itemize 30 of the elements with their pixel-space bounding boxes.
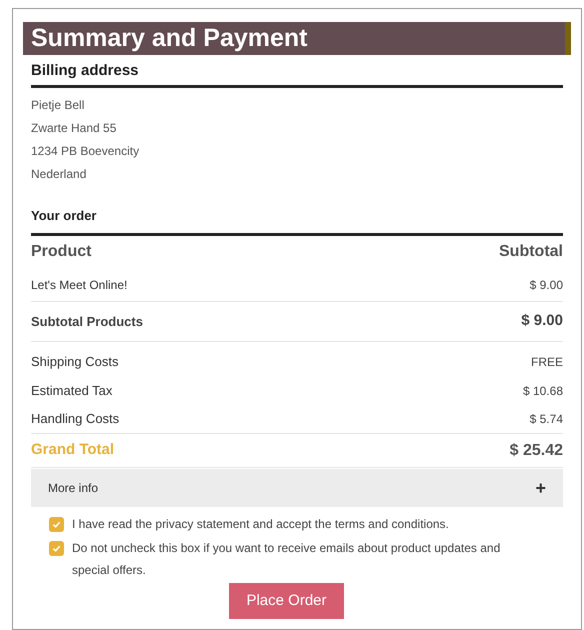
row-value: $ 9.00 — [521, 311, 563, 332]
row-value: $ 5.74 — [530, 411, 563, 428]
row-value: $ 10.68 — [522, 382, 563, 400]
checkbox-label: I have read the privacy statement and accept the terms and conditions. — [72, 516, 450, 533]
total-value: $ 25.42 — [510, 440, 563, 460]
checkbox[interactable] — [49, 517, 64, 532]
address-line: 1234 PB Boevencity — [31, 143, 140, 160]
page-title: Summary and Payment — [23, 22, 571, 55]
section-heading: Your order — [31, 207, 98, 225]
row-label: Estimated Tax — [31, 382, 112, 400]
column-header: Product — [31, 242, 92, 262]
plus-icon: + — [535, 474, 546, 502]
row-value: FREE — [530, 354, 563, 370]
address-line: Pietje Bell — [31, 97, 86, 114]
place-order-button[interactable]: Place Order — [229, 583, 344, 619]
total-label: Grand Total — [31, 440, 114, 460]
address-line: Zwarte Hand 55 — [31, 120, 118, 137]
row-label: Subtotal Products — [31, 312, 143, 331]
row-label: Handling Costs — [31, 410, 120, 428]
section-heading: Billing address — [31, 61, 140, 81]
column-header: Subtotal — [499, 242, 563, 262]
row-value: $ 9.00 — [530, 276, 563, 294]
more-info-toggle[interactable]: More info + — [31, 469, 563, 507]
checkbox-label: Do not uncheck this box if you want to receive emails about product updates and special offers. — [72, 540, 502, 579]
checkbox[interactable] — [49, 541, 64, 556]
address-line: Nederland — [31, 166, 88, 183]
row-label: Let's Meet Online! — [31, 276, 128, 294]
check-icon — [52, 520, 61, 529]
row-label: Shipping Costs — [31, 352, 118, 371]
check-icon — [52, 544, 61, 553]
